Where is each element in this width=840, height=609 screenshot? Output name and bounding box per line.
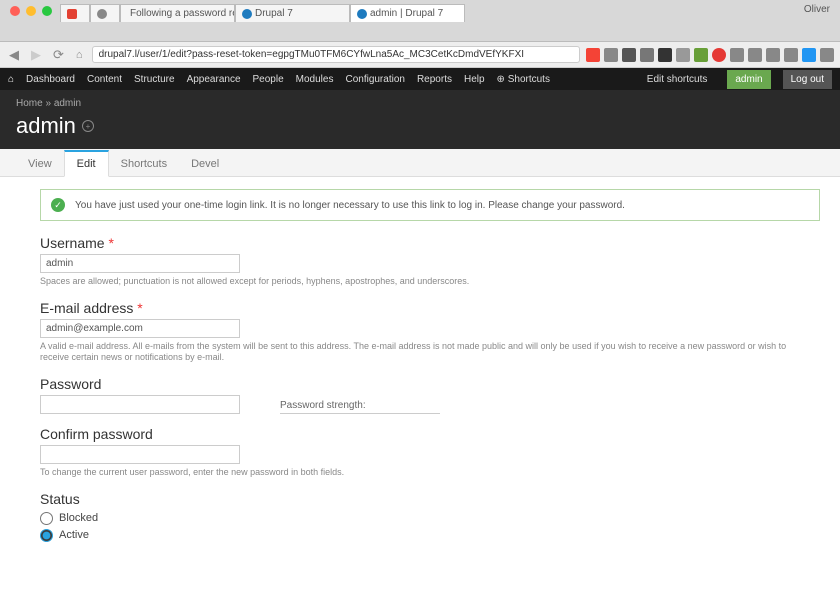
tab-devel[interactable]: Devel [179, 152, 231, 176]
toolbar-reports[interactable]: Reports [417, 74, 452, 85]
confirm-password-label: Confirm password [40, 426, 820, 442]
tab-label: Drupal 7 [255, 8, 293, 19]
field-status: Status Blocked Active [40, 491, 820, 544]
confirm-password-description: To change the current user password, ent… [40, 467, 800, 479]
status-blocked-option[interactable]: Blocked [40, 510, 820, 527]
status-active-radio[interactable] [40, 529, 53, 542]
page-header: Home » admin admin + [0, 90, 840, 149]
close-window-button[interactable] [10, 6, 20, 16]
breadcrumb-sep: » [45, 98, 51, 109]
field-email: E-mail address * A valid e-mail address.… [40, 300, 820, 364]
status-active-label: Active [59, 529, 89, 541]
page-title-text: admin [16, 113, 76, 139]
menu-icon[interactable] [820, 48, 834, 62]
ext-icon[interactable] [586, 48, 600, 62]
status-active-option[interactable]: Active [40, 527, 820, 544]
tab-edit[interactable]: Edit [64, 150, 109, 177]
admin-user-button[interactable]: admin [727, 70, 770, 89]
admin-toolbar: ⌂ Dashboard Content Structure Appearance… [0, 68, 840, 90]
tab-gmail[interactable] [60, 4, 90, 22]
breadcrumb-home[interactable]: Home [16, 98, 43, 109]
ext-icon[interactable] [784, 48, 798, 62]
home-button[interactable]: ⌂ [73, 49, 86, 61]
toolbar-modules[interactable]: Modules [296, 74, 334, 85]
drupal-icon [357, 9, 367, 19]
edit-shortcuts-button[interactable]: Edit shortcuts [639, 70, 716, 89]
browser-tabs: Following a password res… Drupal 7 admin… [60, 4, 840, 22]
page-title: admin + [16, 109, 824, 149]
tab-admin-drupal7[interactable]: admin | Drupal 7 [350, 4, 465, 22]
check-icon: ✓ [51, 198, 65, 212]
reload-button[interactable]: ⟳ [50, 47, 67, 63]
ext-icon[interactable] [766, 48, 780, 62]
status-legend: Status [40, 491, 820, 507]
minimize-window-button[interactable] [26, 6, 36, 16]
ext-icon[interactable] [676, 48, 690, 62]
extension-icons [586, 48, 834, 62]
url-input[interactable]: drupal7.l/user/1/edit?pass-reset-token=e… [92, 46, 580, 63]
drupal-icon [242, 9, 252, 19]
toolbar-home-icon[interactable]: ⌂ [8, 74, 14, 85]
address-bar: ◀ ▶ ⟳ ⌂ drupal7.l/user/1/edit?pass-reset… [0, 42, 840, 68]
ext-icon[interactable] [694, 48, 708, 62]
status-message: ✓ You have just used your one-time login… [40, 189, 820, 221]
tab-shortcuts[interactable]: Shortcuts [109, 152, 179, 176]
url-text: drupal7.l/user/1/edit?pass-reset-token=e… [99, 49, 524, 60]
back-button[interactable]: ◀ [6, 47, 22, 63]
toolbar-structure[interactable]: Structure [134, 74, 175, 85]
ext-icon[interactable] [802, 48, 816, 62]
logout-button[interactable]: Log out [783, 70, 832, 89]
confirm-password-input[interactable] [40, 445, 240, 464]
maximize-window-button[interactable] [42, 6, 52, 16]
local-tabs: View Edit Shortcuts Devel [0, 149, 840, 177]
status-blocked-label: Blocked [59, 512, 98, 524]
toolbar-content[interactable]: Content [87, 74, 122, 85]
toolbar-appearance[interactable]: Appearance [187, 74, 241, 85]
forward-button[interactable]: ▶ [28, 47, 44, 63]
email-label: E-mail address * [40, 300, 820, 316]
password-strength: Password strength: [280, 400, 440, 414]
email-description: A valid e-mail address. All e-mails from… [40, 341, 800, 364]
toolbar-shortcuts[interactable]: ⊕ Shortcuts [497, 74, 550, 85]
field-confirm-password: Confirm password To change the current u… [40, 426, 820, 479]
tab-drupal7[interactable]: Drupal 7 [235, 4, 350, 22]
status-blocked-radio[interactable] [40, 512, 53, 525]
toolbar-people[interactable]: People [253, 74, 284, 85]
tab-person[interactable] [90, 4, 120, 22]
ext-icon[interactable] [748, 48, 762, 62]
tab-view[interactable]: View [16, 152, 64, 176]
breadcrumb-current: admin [54, 98, 81, 109]
username-description: Spaces are allowed; punctuation is not a… [40, 276, 800, 288]
password-label: Password [40, 376, 240, 392]
password-input[interactable] [40, 395, 240, 414]
breadcrumb: Home » admin [16, 98, 824, 109]
toolbar-shortcuts-label: Shortcuts [508, 74, 550, 85]
person-icon [97, 9, 107, 19]
toolbar-configuration[interactable]: Configuration [345, 74, 404, 85]
add-shortcut-icon[interactable]: + [82, 120, 94, 132]
ext-icon[interactable] [622, 48, 636, 62]
toolbar-help[interactable]: Help [464, 74, 485, 85]
content-region: ✓ You have just used your one-time login… [0, 177, 840, 609]
tab-drupal-followup[interactable]: Following a password res… [120, 4, 235, 22]
ext-icon[interactable] [712, 48, 726, 62]
ext-icon[interactable] [640, 48, 654, 62]
gmail-icon [67, 9, 77, 19]
status-text: You have just used your one-time login l… [75, 200, 625, 211]
field-username: Username * Spaces are allowed; punctuati… [40, 235, 820, 288]
browser-chrome: Oliver Following a password res… Drupal … [0, 0, 840, 42]
username-label: Username * [40, 235, 820, 251]
field-password: Password Password strength: [40, 376, 820, 414]
toolbar-dashboard[interactable]: Dashboard [26, 74, 75, 85]
email-input[interactable] [40, 319, 240, 338]
username-input[interactable] [40, 254, 240, 273]
ext-icon[interactable] [730, 48, 744, 62]
tab-label: admin | Drupal 7 [370, 8, 443, 19]
tab-label: Following a password res… [130, 8, 235, 19]
ext-icon[interactable] [658, 48, 672, 62]
ext-icon[interactable] [604, 48, 618, 62]
